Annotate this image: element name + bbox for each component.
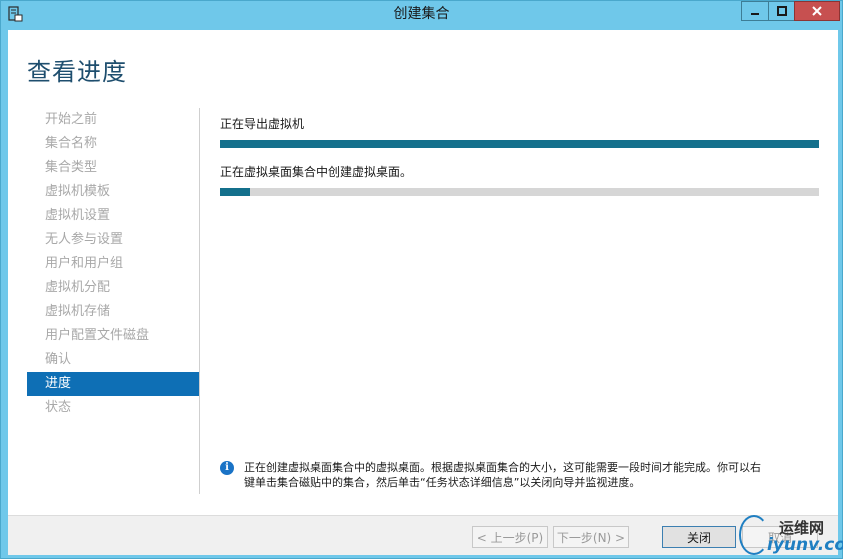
maximize-icon bbox=[776, 6, 787, 16]
nav-item[interactable]: 虚拟机分配 bbox=[27, 276, 199, 300]
watermark-text-bottom: iyunv.com bbox=[767, 535, 843, 555]
next-button[interactable]: 下一步(N) > bbox=[553, 526, 629, 548]
minimize-button[interactable] bbox=[741, 1, 768, 21]
nav-item[interactable]: 虚拟机模板 bbox=[27, 180, 199, 204]
nav-item[interactable]: 确认 bbox=[27, 348, 199, 372]
progress-fill bbox=[220, 140, 819, 148]
minimize-icon bbox=[751, 13, 759, 15]
progress-bar bbox=[220, 140, 819, 148]
wizard-nav: 开始之前 集合名称 集合类型 虚拟机模板 虚拟机设置 无人参与设置 用户和用户组 虚拟机分配虚… bbox=[27, 108, 199, 420]
title-bar[interactable]: 创建集合 bbox=[1, 1, 842, 28]
info-line: 键单击集合磁贴中的集合，然后单击“任务状态详细信息”以关闭向导并监视进度。 bbox=[244, 476, 641, 489]
task-label: 正在导出虚拟机 bbox=[220, 117, 305, 131]
progress-bar bbox=[220, 188, 819, 196]
watermark-logo: 运维网 iyunv.com bbox=[737, 511, 843, 559]
nav-item[interactable]: 进度 bbox=[27, 372, 199, 396]
window-title: 创建集合 bbox=[393, 6, 450, 22]
nav-item[interactable]: 虚拟机存储 bbox=[27, 300, 199, 324]
close-icon bbox=[812, 6, 822, 16]
nav-item[interactable]: 无人参与设置 bbox=[27, 228, 199, 252]
nav-item[interactable]: 开始之前 bbox=[27, 108, 199, 132]
task-export-vm: 正在导出虚拟机 bbox=[220, 115, 820, 148]
nav-item[interactable]: 虚拟机设置 bbox=[27, 204, 199, 228]
previous-button[interactable]: < 上一步(P) bbox=[472, 526, 548, 548]
close-button[interactable]: 关闭 bbox=[662, 526, 736, 548]
nav-item[interactable]: 集合名称 bbox=[27, 132, 199, 156]
info-message: i 正在创建虚拟桌面集合中的虚拟桌面。根据虚拟桌面集合的大小，这可能需要一段时间… bbox=[220, 460, 820, 490]
nav-item[interactable]: 集合类型 bbox=[27, 156, 199, 180]
create-collection-window: 创建集合 查看进度 开始之前 集合名称 集合类型 虚拟机模板 虚拟机设置 无人参与设置 用户… bbox=[0, 0, 843, 559]
wizard-content: 查看进度 开始之前 集合名称 集合类型 虚拟机模板 虚拟机设置 无人参与设置 用户和用户组虚… bbox=[8, 30, 838, 515]
task-create-desktops: 正在虚拟桌面集合中创建虚拟桌面。 bbox=[220, 163, 820, 196]
progress-fill bbox=[220, 188, 250, 196]
nav-divider bbox=[199, 108, 200, 494]
button-bar: < 上一步(P) 下一步(N) > 关闭 取消 bbox=[8, 515, 838, 555]
nav-item[interactable]: 用户和用户组 bbox=[27, 252, 199, 276]
close-window-button[interactable] bbox=[794, 1, 840, 21]
info-icon: i bbox=[220, 461, 234, 475]
maximize-button[interactable] bbox=[768, 1, 794, 21]
task-label: 正在虚拟桌面集合中创建虚拟桌面。 bbox=[220, 165, 413, 179]
page-title: 查看进度 bbox=[27, 58, 127, 86]
watermark-swoosh bbox=[739, 515, 769, 555]
info-line: 正在创建虚拟桌面集合中的虚拟桌面。根据虚拟桌面集合的大小，这可能需要一段时间才能… bbox=[244, 461, 761, 474]
info-text: 正在创建虚拟桌面集合中的虚拟桌面。根据虚拟桌面集合的大小，这可能需要一段时间才能… bbox=[244, 460, 761, 490]
nav-item[interactable]: 用户配置文件磁盘 bbox=[27, 324, 199, 348]
nav-item[interactable]: 状态 bbox=[27, 396, 199, 420]
